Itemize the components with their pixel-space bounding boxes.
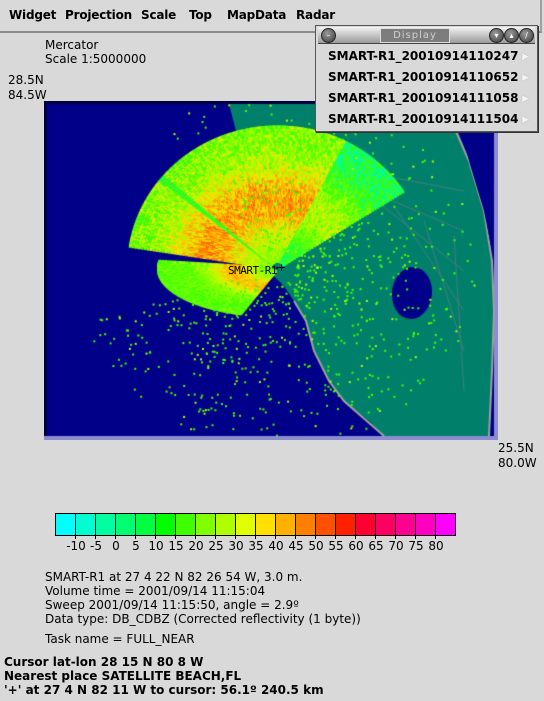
popup-item-label[interactable]: SMART-R1_20010914111058	[328, 91, 518, 105]
color-scale-label: 45	[288, 539, 304, 553]
cursor-lat-lon: Cursor lat-lon 28 15 N 80 8 W	[4, 655, 204, 669]
color-scale-cell	[176, 514, 196, 535]
popup-titlebar[interactable]: – Display ▾ ▴ /	[318, 27, 535, 44]
data-type: Data type: DB_CDBZ (Corrected reflectivi…	[45, 612, 361, 626]
color-scale-label: 65	[368, 539, 384, 553]
top-left-lat: 28.5N	[8, 73, 44, 87]
popup-item-label[interactable]: SMART-R1_20010914111504	[328, 112, 518, 126]
color-scale-label: 10	[148, 539, 164, 553]
color-scale-label: 30	[228, 539, 244, 553]
menu-projection[interactable]: Projection	[65, 8, 132, 22]
color-scale-label: -10	[66, 539, 86, 553]
color-scale-cell	[396, 514, 416, 535]
top-left-corner-coords: 28.5N 84.5W	[8, 73, 47, 103]
task-name: Task name = FULL_NEAR	[45, 632, 195, 646]
color-scale-label: 15	[168, 539, 184, 553]
cursor-range-bearing: '+' at 27 4 N 82 11 W to cursor: 56.1º 2…	[4, 683, 324, 697]
radar-location: SMART-R1 at 27 4 22 N 82 26 54 W, 3.0 m.	[45, 570, 303, 584]
color-scale-label: 25	[208, 539, 224, 553]
color-scale-cell	[216, 514, 236, 535]
volume-time: Volume time = 2001/09/14 11:15:04	[45, 584, 266, 598]
radar-site-label: SMART-R1	[228, 264, 277, 277]
color-scale-cell	[436, 514, 455, 535]
radar-site-plus-icon: +	[277, 261, 287, 274]
projection-info: Mercator Scale 1:5000000	[45, 38, 146, 66]
color-scale-cell	[196, 514, 216, 535]
cursor-info: Cursor lat-lon 28 15 N 80 8 W Nearest pl…	[4, 655, 324, 697]
color-scale-label: -5	[90, 539, 102, 553]
color-scale-cell	[376, 514, 396, 535]
color-scale-label: 70	[388, 539, 404, 553]
color-scale-cell	[76, 514, 96, 535]
top-left-lon: 84.5W	[8, 88, 47, 102]
color-scale-label: 60	[348, 539, 364, 553]
popup-close-icon[interactable]: /	[519, 28, 534, 43]
bottom-right-lat: 25.5N	[498, 441, 534, 455]
color-scale-label: 55	[328, 539, 344, 553]
popup-minimize-icon[interactable]: –	[321, 28, 336, 43]
submenu-arrow-icon: ▶	[522, 94, 529, 104]
nearest-place: Nearest place SATELLITE BEACH,FL	[4, 669, 242, 683]
color-scale-label: 0	[112, 539, 120, 553]
color-scale-cell	[256, 514, 276, 535]
color-scale-cell	[156, 514, 176, 535]
color-scale-cell	[96, 514, 116, 535]
color-scale-cell	[116, 514, 136, 535]
color-scale-cell	[356, 514, 376, 535]
color-scale-label: 80	[428, 539, 444, 553]
color-scale-cell	[236, 514, 256, 535]
bottom-right-corner-coords: 25.5N 80.0W	[498, 441, 537, 471]
color-scale-cell	[56, 514, 76, 535]
color-scale-label: 40	[268, 539, 284, 553]
projection-name: Mercator	[45, 38, 99, 52]
color-scale-label: 50	[308, 539, 324, 553]
menu-scale[interactable]: Scale	[141, 8, 176, 22]
menu-top[interactable]: Top	[189, 8, 212, 22]
color-scale-label: 35	[248, 539, 264, 553]
popup-item-label[interactable]: SMART-R1_20010914110652	[328, 70, 518, 84]
color-scale-label: 20	[188, 539, 204, 553]
menu-radar[interactable]: Radar	[296, 8, 335, 22]
display-popup-menu: – Display ▾ ▴ / SMART-R1_20010914110247 …	[315, 25, 538, 132]
color-scale-bar	[55, 513, 456, 536]
color-scale-cell	[296, 514, 316, 535]
submenu-arrow-icon: ▶	[522, 115, 529, 125]
popup-shade-up-icon[interactable]: ▴	[504, 28, 519, 43]
popup-item-label[interactable]: SMART-R1_20010914110247	[328, 49, 518, 63]
color-scale-cell	[276, 514, 296, 535]
color-scale-cell	[416, 514, 436, 535]
popup-shade-down-icon[interactable]: ▾	[489, 28, 504, 43]
submenu-arrow-icon: ▶	[522, 52, 529, 62]
color-scale-cell	[316, 514, 336, 535]
bottom-right-lon: 80.0W	[498, 456, 537, 470]
color-scale-label: 75	[408, 539, 424, 553]
menu-widget[interactable]: Widget	[9, 8, 56, 22]
color-scale-label: 5	[132, 539, 140, 553]
radar-metadata: SMART-R1 at 27 4 22 N 82 26 54 W, 3.0 m.…	[45, 570, 361, 626]
popup-title: Display	[380, 28, 450, 43]
color-scale-cell	[136, 514, 156, 535]
map-scale: Scale 1:5000000	[45, 52, 147, 66]
submenu-arrow-icon: ▶	[522, 73, 529, 83]
sweep-info: Sweep 2001/09/14 11:15:50, angle = 2.9º	[45, 598, 299, 612]
color-scale-cell	[336, 514, 356, 535]
menu-mapdata[interactable]: MapData	[227, 8, 286, 22]
